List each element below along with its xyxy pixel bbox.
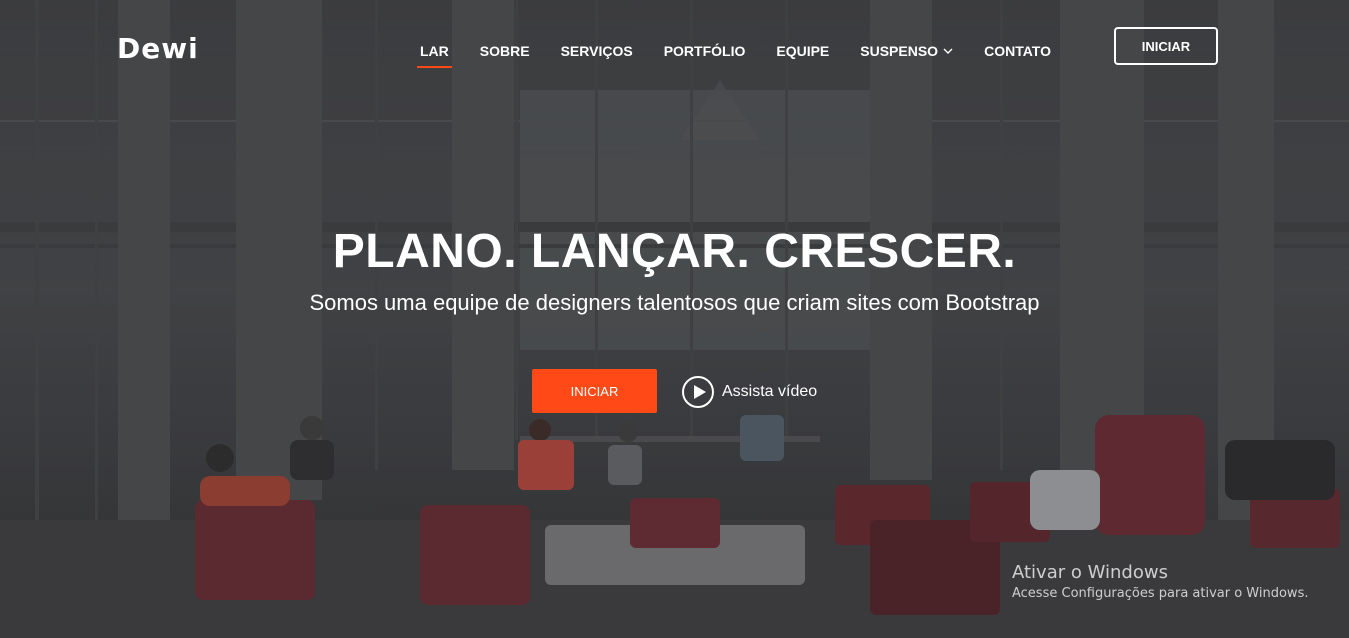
watermark-title: Ativar o Windows [1012,562,1168,583]
play-icon [682,376,714,408]
hero-section: Dewi LAR SOBRE SERVIÇOS PORTFÓLIO EQUIPE… [0,0,1349,638]
hero-subtitle: Somos uma equipe de designers talentosos… [309,290,1040,315]
chevron-down-icon [943,48,953,54]
watermark-subtitle: Acesse Configurações para ativar o Windo… [1012,586,1309,601]
get-started-nav-button[interactable]: INICIAR [1114,27,1218,65]
get-started-hero-button[interactable]: INICIAR [532,369,657,413]
watch-video-link[interactable]: Assista vídeo [682,375,817,409]
windows-activation-watermark: Ativar o Windows Acesse Configurações pa… [1012,562,1308,601]
brand-logo[interactable]: Dewi [117,32,199,65]
nav-item-suspenso-dropdown[interactable]: SUSPENSO [860,43,953,59]
navbar: Dewi LAR SOBRE SERVIÇOS PORTFÓLIO EQUIPE… [0,0,1349,94]
main-nav: LAR SOBRE SERVIÇOS PORTFÓLIO EQUIPE SUSP… [417,37,1082,68]
nav-item-lar[interactable]: LAR [417,43,452,68]
hero-background-image [0,0,1349,638]
nav-item-sobre[interactable]: SOBRE [480,43,530,59]
nav-item-servicos[interactable]: SERVIÇOS [561,43,633,59]
nav-item-portfolio[interactable]: PORTFÓLIO [664,43,746,59]
hero-title: PLANO. LANÇAR. CRESCER. [332,225,1017,278]
watch-video-label: Assista vídeo [722,383,818,400]
nav-item-contato[interactable]: CONTATO [984,43,1051,59]
nav-item-equipe[interactable]: EQUIPE [776,43,829,59]
nav-item-suspenso-label: SUSPENSO [860,43,939,59]
